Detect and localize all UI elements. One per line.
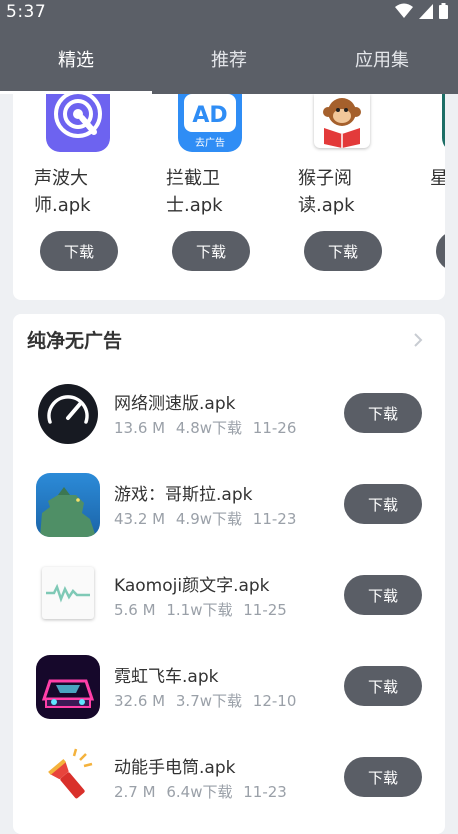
app-downloads: 4.9w下载 bbox=[175, 510, 243, 528]
app-size: 43.2 M bbox=[114, 510, 166, 528]
battery-icon bbox=[439, 3, 448, 19]
app-list-item[interactable]: 游戏：哥斯拉.apk 43.2 M 4.9w下载 11-23 下载 bbox=[13, 467, 445, 557]
tab-featured[interactable]: 精选 bbox=[0, 24, 152, 94]
download-button[interactable]: 下载 bbox=[172, 231, 250, 271]
section-card: 纯净无广告 网络测速版.apk 13.6 M 4.8w下载 11-26 下载 游… bbox=[13, 314, 445, 834]
app-list-item[interactable]: 霓虹飞车.apk 32.6 M 3.7w下载 12-10 下载 bbox=[13, 649, 445, 739]
app-date: 11-23 bbox=[243, 783, 287, 801]
tab-recommend[interactable]: 推荐 bbox=[153, 24, 305, 94]
download-button[interactable] bbox=[436, 231, 445, 271]
app-date: 11-23 bbox=[252, 510, 297, 528]
flashlight-icon bbox=[36, 746, 100, 810]
app-size: 5.6 M bbox=[114, 601, 156, 619]
app-downloads: 6.4w下载 bbox=[166, 783, 233, 801]
download-button[interactable]: 下载 bbox=[40, 231, 118, 271]
chevron-right-icon[interactable] bbox=[413, 332, 423, 348]
app-date: 12-10 bbox=[252, 692, 297, 710]
status-icons bbox=[395, 3, 448, 19]
app-meta: 43.2 M 4.9w下载 11-23 bbox=[114, 508, 302, 529]
app-size: 13.6 M bbox=[114, 419, 166, 437]
section-title: 纯净无广告 bbox=[27, 330, 123, 352]
app-list-item[interactable]: Kaomoji颜文字.apk 5.6 M 1.1w下载 11-25 下载 bbox=[13, 558, 445, 648]
app-date: 11-26 bbox=[252, 419, 297, 437]
partial-app-icon bbox=[442, 94, 445, 152]
tab-bar: 精选 推荐 应用集 bbox=[0, 24, 458, 94]
download-button[interactable]: 下载 bbox=[344, 575, 422, 615]
app-meta: 5.6 M 1.1w下载 11-25 bbox=[114, 599, 293, 620]
app-date: 11-25 bbox=[243, 601, 287, 619]
download-button[interactable]: 下载 bbox=[344, 757, 422, 797]
app-downloads: 4.8w下载 bbox=[175, 419, 243, 437]
download-button[interactable]: 下载 bbox=[344, 393, 422, 433]
featured-card: 声波大 师.apk 下载 AD 去广告 拦截卫 士.apk 下载 猴子阅 读.a… bbox=[13, 94, 445, 300]
neon-car-icon bbox=[36, 655, 100, 719]
app-meta: 2.7 M 6.4w下载 11-23 bbox=[114, 781, 293, 802]
kaomoji-icon bbox=[42, 567, 94, 619]
svg-text:去广告: 去广告 bbox=[195, 136, 225, 149]
svg-text:AD: AD bbox=[192, 103, 227, 128]
app-size: 2.7 M bbox=[114, 783, 156, 801]
download-button[interactable]: 下载 bbox=[304, 231, 382, 271]
app-name: Kaomoji颜文字.apk bbox=[114, 576, 270, 596]
app-name: 霓虹飞车.apk bbox=[114, 667, 219, 687]
app-name: 游戏：哥斯拉.apk bbox=[114, 485, 253, 505]
featured-item-name: 声波大 师.apk bbox=[34, 168, 91, 216]
app-name: 网络测速版.apk bbox=[114, 394, 236, 414]
ad-block-icon: AD 去广告 bbox=[178, 94, 242, 152]
tab-app-collection[interactable]: 应用集 bbox=[306, 24, 458, 94]
app-meta: 32.6 M 3.7w下载 12-10 bbox=[114, 690, 302, 711]
featured-item-name: 猴子阅 读.apk bbox=[298, 168, 355, 216]
download-button[interactable]: 下载 bbox=[344, 484, 422, 524]
status-time: 5:37 bbox=[6, 2, 47, 22]
godzilla-game-icon bbox=[36, 473, 100, 537]
app-meta: 13.6 M 4.8w下载 11-26 bbox=[114, 417, 302, 438]
status-bar: 5:37 bbox=[0, 0, 458, 24]
app-list-item[interactable]: 网络测速版.apk 13.6 M 4.8w下载 11-26 下载 bbox=[13, 376, 445, 466]
download-button[interactable]: 下载 bbox=[344, 666, 422, 706]
monkey-reader-icon bbox=[314, 94, 370, 148]
app-downloads: 3.7w下载 bbox=[175, 692, 243, 710]
wifi-icon bbox=[395, 3, 413, 18]
app-name: 动能手电筒.apk bbox=[114, 758, 236, 778]
app-downloads: 1.1w下载 bbox=[166, 601, 233, 619]
sound-wave-icon bbox=[46, 94, 110, 152]
app-size: 32.6 M bbox=[114, 692, 166, 710]
featured-item-name: 星 bbox=[430, 168, 445, 189]
speedometer-icon bbox=[36, 382, 100, 446]
featured-item-name: 拦截卫 士.apk bbox=[166, 168, 223, 216]
app-list-item[interactable]: 动能手电筒.apk 2.7 M 6.4w下载 11-23 下载 bbox=[13, 740, 445, 830]
signal-icon bbox=[419, 3, 433, 19]
